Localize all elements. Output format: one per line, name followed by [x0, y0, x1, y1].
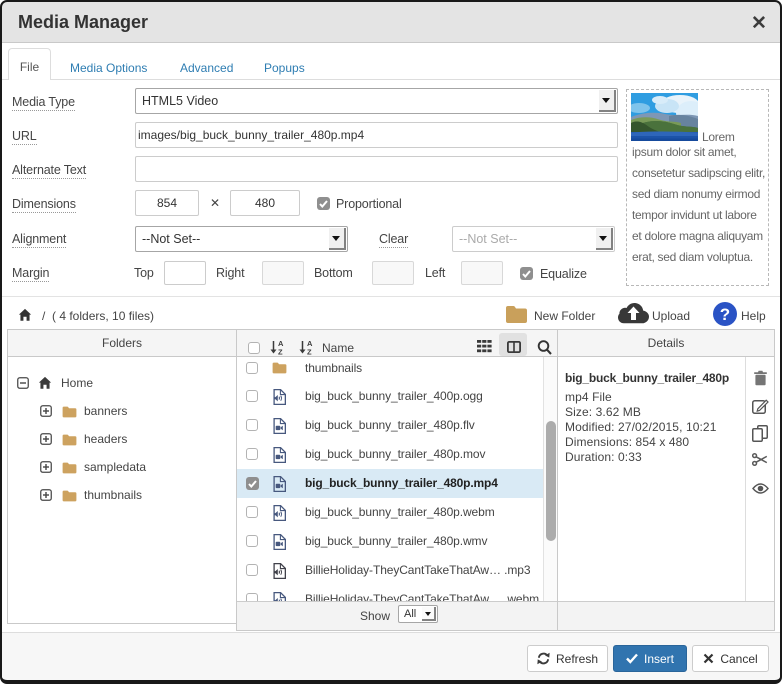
svg-text:Z: Z [307, 348, 312, 357]
svg-text:?: ? [720, 305, 730, 324]
svg-text:Z: Z [278, 348, 283, 357]
